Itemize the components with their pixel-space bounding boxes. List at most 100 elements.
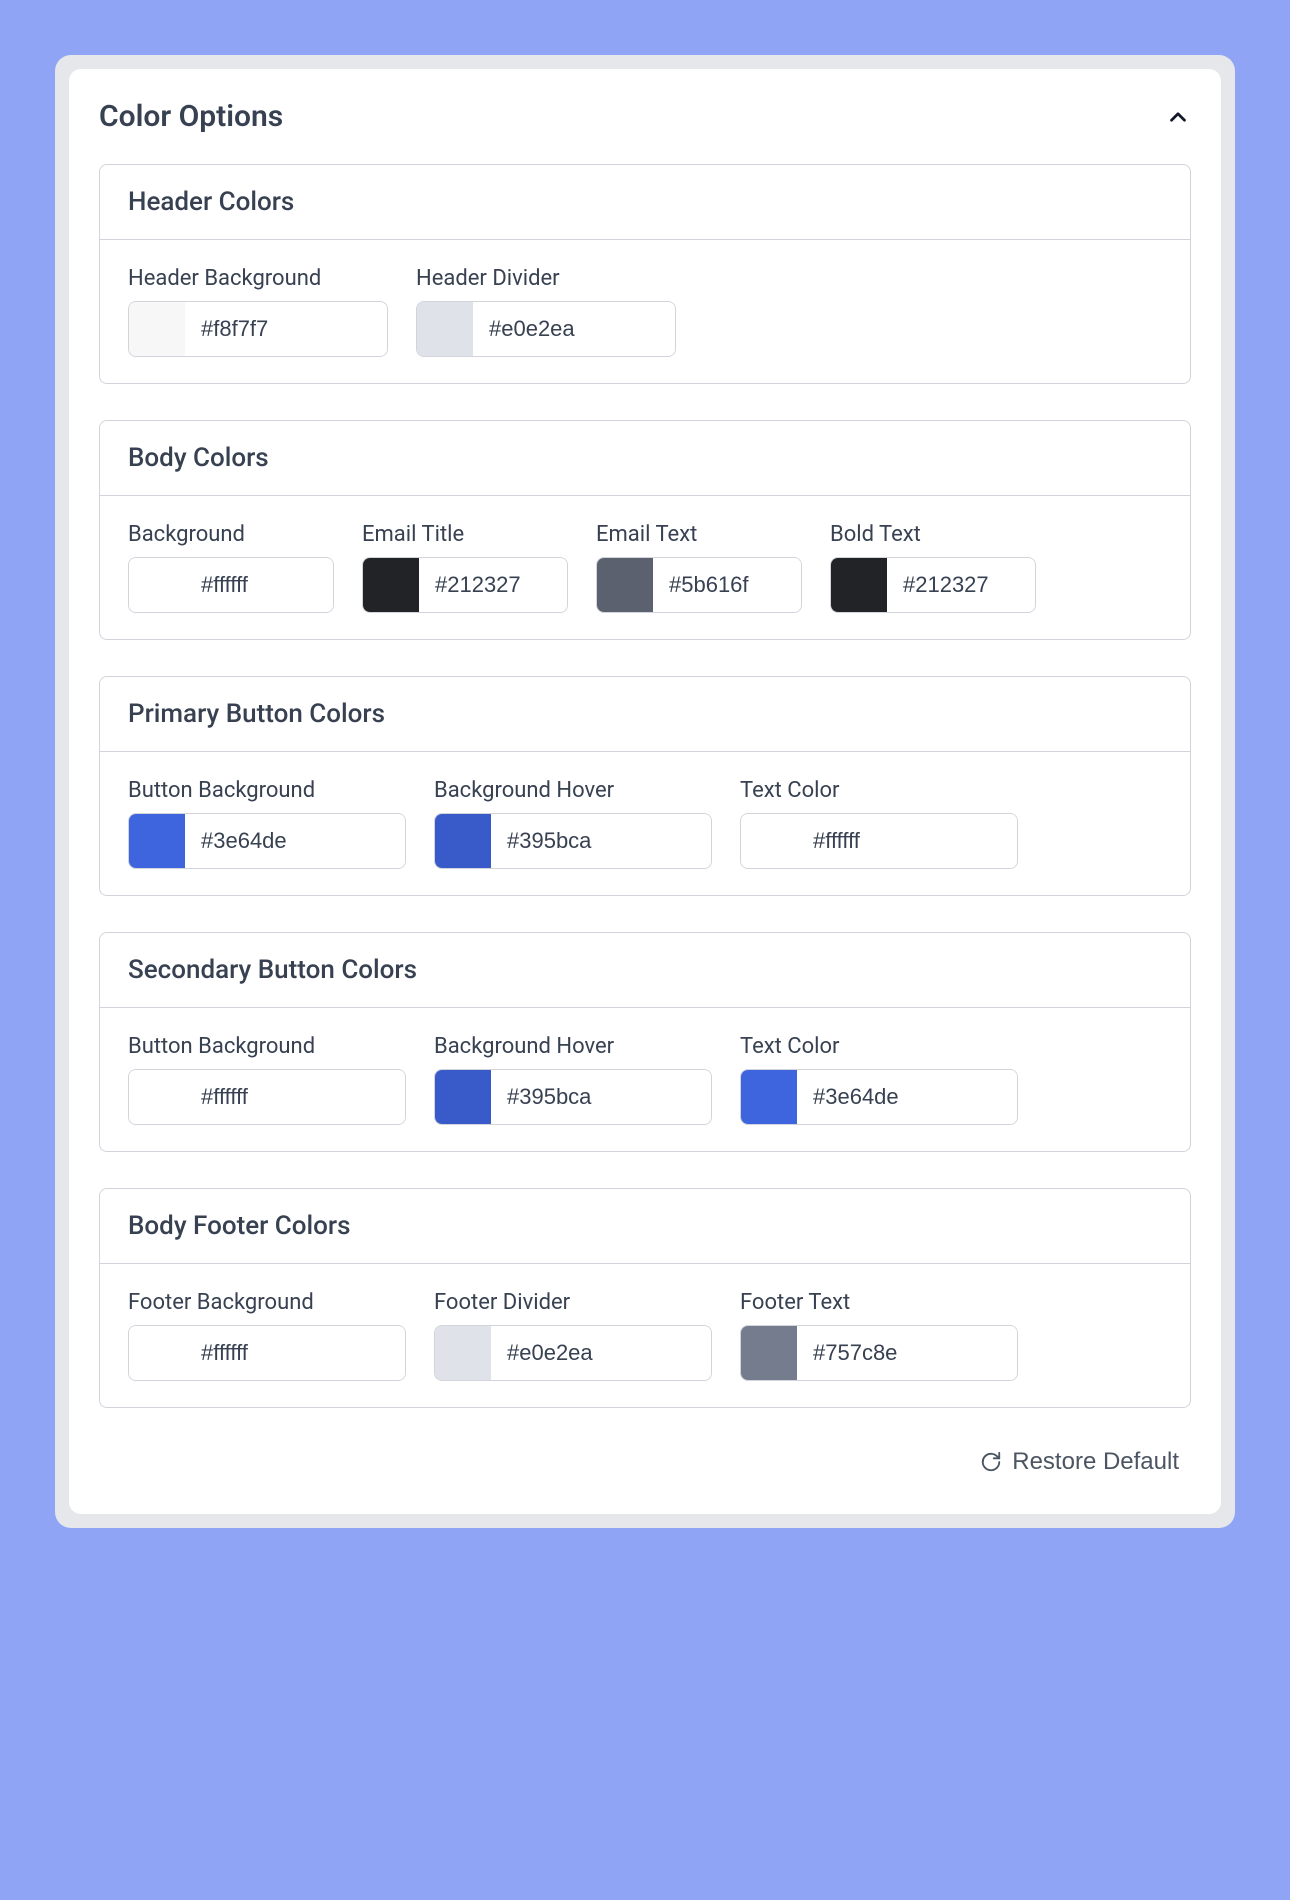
color-hex-input[interactable] — [185, 814, 405, 868]
field-label: Email Title — [362, 522, 568, 547]
color-hex-input[interactable] — [491, 1070, 711, 1124]
color-swatch[interactable] — [129, 558, 185, 612]
field-label: Text Color — [740, 1034, 1018, 1059]
color-swatch[interactable] — [417, 302, 473, 356]
color-input — [830, 557, 1036, 613]
section-header: Secondary Button Colors — [100, 933, 1190, 1008]
chevron-up-icon[interactable] — [1165, 104, 1191, 130]
color-field-primary-btn-hover: Background Hover — [434, 778, 712, 869]
panel-header: Color Options — [99, 99, 1191, 134]
section-body: Button Background Background Hover Text Co… — [100, 1008, 1190, 1151]
section-body: Footer Background Footer Divider Footer Te… — [100, 1264, 1190, 1407]
field-label: Header Divider — [416, 266, 676, 291]
section-title: Body Footer Colors — [128, 1211, 1162, 1241]
settings-card-outer: Color Options Header Colors Header Backgr… — [55, 55, 1235, 1528]
color-input — [740, 813, 1018, 869]
section-header: Primary Button Colors — [100, 677, 1190, 752]
color-swatch[interactable] — [435, 814, 491, 868]
color-input — [128, 813, 406, 869]
field-label: Footer Divider — [434, 1290, 712, 1315]
section-primary-button-colors: Primary Button Colors Button Background Ba… — [99, 676, 1191, 896]
field-label: Footer Background — [128, 1290, 406, 1315]
color-field-secondary-btn-text: Text Color — [740, 1034, 1018, 1125]
color-hex-input[interactable] — [185, 1070, 405, 1124]
color-input — [128, 1069, 406, 1125]
section-header: Header Colors — [100, 165, 1190, 240]
color-swatch[interactable] — [741, 814, 797, 868]
section-title: Header Colors — [128, 187, 1162, 217]
color-field-primary-btn-text: Text Color — [740, 778, 1018, 869]
section-body: Background Email Title Email Text Bold Text — [100, 496, 1190, 639]
section-body: Button Background Background Hover Text Co… — [100, 752, 1190, 895]
field-label: Header Background — [128, 266, 388, 291]
color-field-email-title: Email Title — [362, 522, 568, 613]
field-label: Footer Text — [740, 1290, 1018, 1315]
color-swatch[interactable] — [741, 1326, 797, 1380]
color-input — [128, 301, 388, 357]
color-field-secondary-btn-bg: Button Background — [128, 1034, 406, 1125]
section-title: Body Colors — [128, 443, 1162, 473]
color-hex-input[interactable] — [185, 302, 387, 356]
color-swatch[interactable] — [129, 1326, 185, 1380]
color-swatch[interactable] — [129, 302, 185, 356]
color-hex-input[interactable] — [491, 814, 711, 868]
color-swatch[interactable] — [435, 1326, 491, 1380]
color-field-secondary-btn-hover: Background Hover — [434, 1034, 712, 1125]
color-field-header-divider: Header Divider — [416, 266, 676, 357]
color-input — [434, 1069, 712, 1125]
color-hex-input[interactable] — [797, 1070, 1017, 1124]
color-hex-input[interactable] — [491, 1326, 711, 1380]
color-hex-input[interactable] — [185, 558, 333, 612]
color-swatch[interactable] — [831, 558, 887, 612]
color-swatch[interactable] — [741, 1070, 797, 1124]
section-header: Body Colors — [100, 421, 1190, 496]
field-label: Button Background — [128, 1034, 406, 1059]
color-input — [740, 1325, 1018, 1381]
section-body-footer-colors: Body Footer ColorsFooter BackgroundFoote… — [99, 1188, 1191, 1408]
color-field-body-background: Background — [128, 522, 334, 613]
color-hex-input[interactable] — [887, 558, 1035, 612]
field-label: Background Hover — [434, 1034, 712, 1059]
color-input — [596, 557, 802, 613]
color-swatch[interactable] — [129, 1070, 185, 1124]
color-input — [416, 301, 676, 357]
refresh-icon — [980, 1451, 1002, 1473]
color-input — [434, 1325, 712, 1381]
color-hex-input[interactable] — [797, 814, 1017, 868]
color-input — [434, 813, 712, 869]
color-field-footer-bg: Footer Background — [128, 1290, 406, 1381]
color-input — [362, 557, 568, 613]
color-swatch[interactable] — [597, 558, 653, 612]
section-header: Body Footer Colors — [100, 1189, 1190, 1264]
color-hex-input[interactable] — [419, 558, 567, 612]
color-swatch[interactable] — [129, 814, 185, 868]
section-body-colors: Body Colors Background Email Title Email Te… — [99, 420, 1191, 640]
field-label: Text Color — [740, 778, 1018, 803]
color-input — [128, 1325, 406, 1381]
color-input — [128, 557, 334, 613]
color-field-bold-text: Bold Text — [830, 522, 1036, 613]
color-input — [740, 1069, 1018, 1125]
field-label: Button Background — [128, 778, 406, 803]
field-label: Background Hover — [434, 778, 712, 803]
settings-card: Color Options Header Colors Header Backgr… — [69, 69, 1221, 1514]
section-header-colors: Header Colors Header Background Header Div… — [99, 164, 1191, 384]
color-hex-input[interactable] — [653, 558, 801, 612]
color-hex-input[interactable] — [185, 1326, 405, 1380]
field-label: Bold Text — [830, 522, 1036, 547]
restore-row: Restore Default — [99, 1432, 1191, 1484]
color-swatch[interactable] — [435, 1070, 491, 1124]
restore-default-button[interactable]: Restore Default — [968, 1440, 1191, 1484]
color-hex-input[interactable] — [473, 302, 675, 356]
field-label: Background — [128, 522, 334, 547]
color-hex-input[interactable] — [797, 1326, 1017, 1380]
color-swatch[interactable] — [363, 558, 419, 612]
color-field-header-background: Header Background — [128, 266, 388, 357]
restore-default-label: Restore Default — [1012, 1448, 1179, 1476]
section-title: Secondary Button Colors — [128, 955, 1162, 985]
section-body: Header Background Header Divider — [100, 240, 1190, 383]
page-title: Color Options — [99, 99, 283, 134]
field-label: Email Text — [596, 522, 802, 547]
color-field-primary-btn-bg: Button Background — [128, 778, 406, 869]
color-field-footer-text: Footer Text — [740, 1290, 1018, 1381]
